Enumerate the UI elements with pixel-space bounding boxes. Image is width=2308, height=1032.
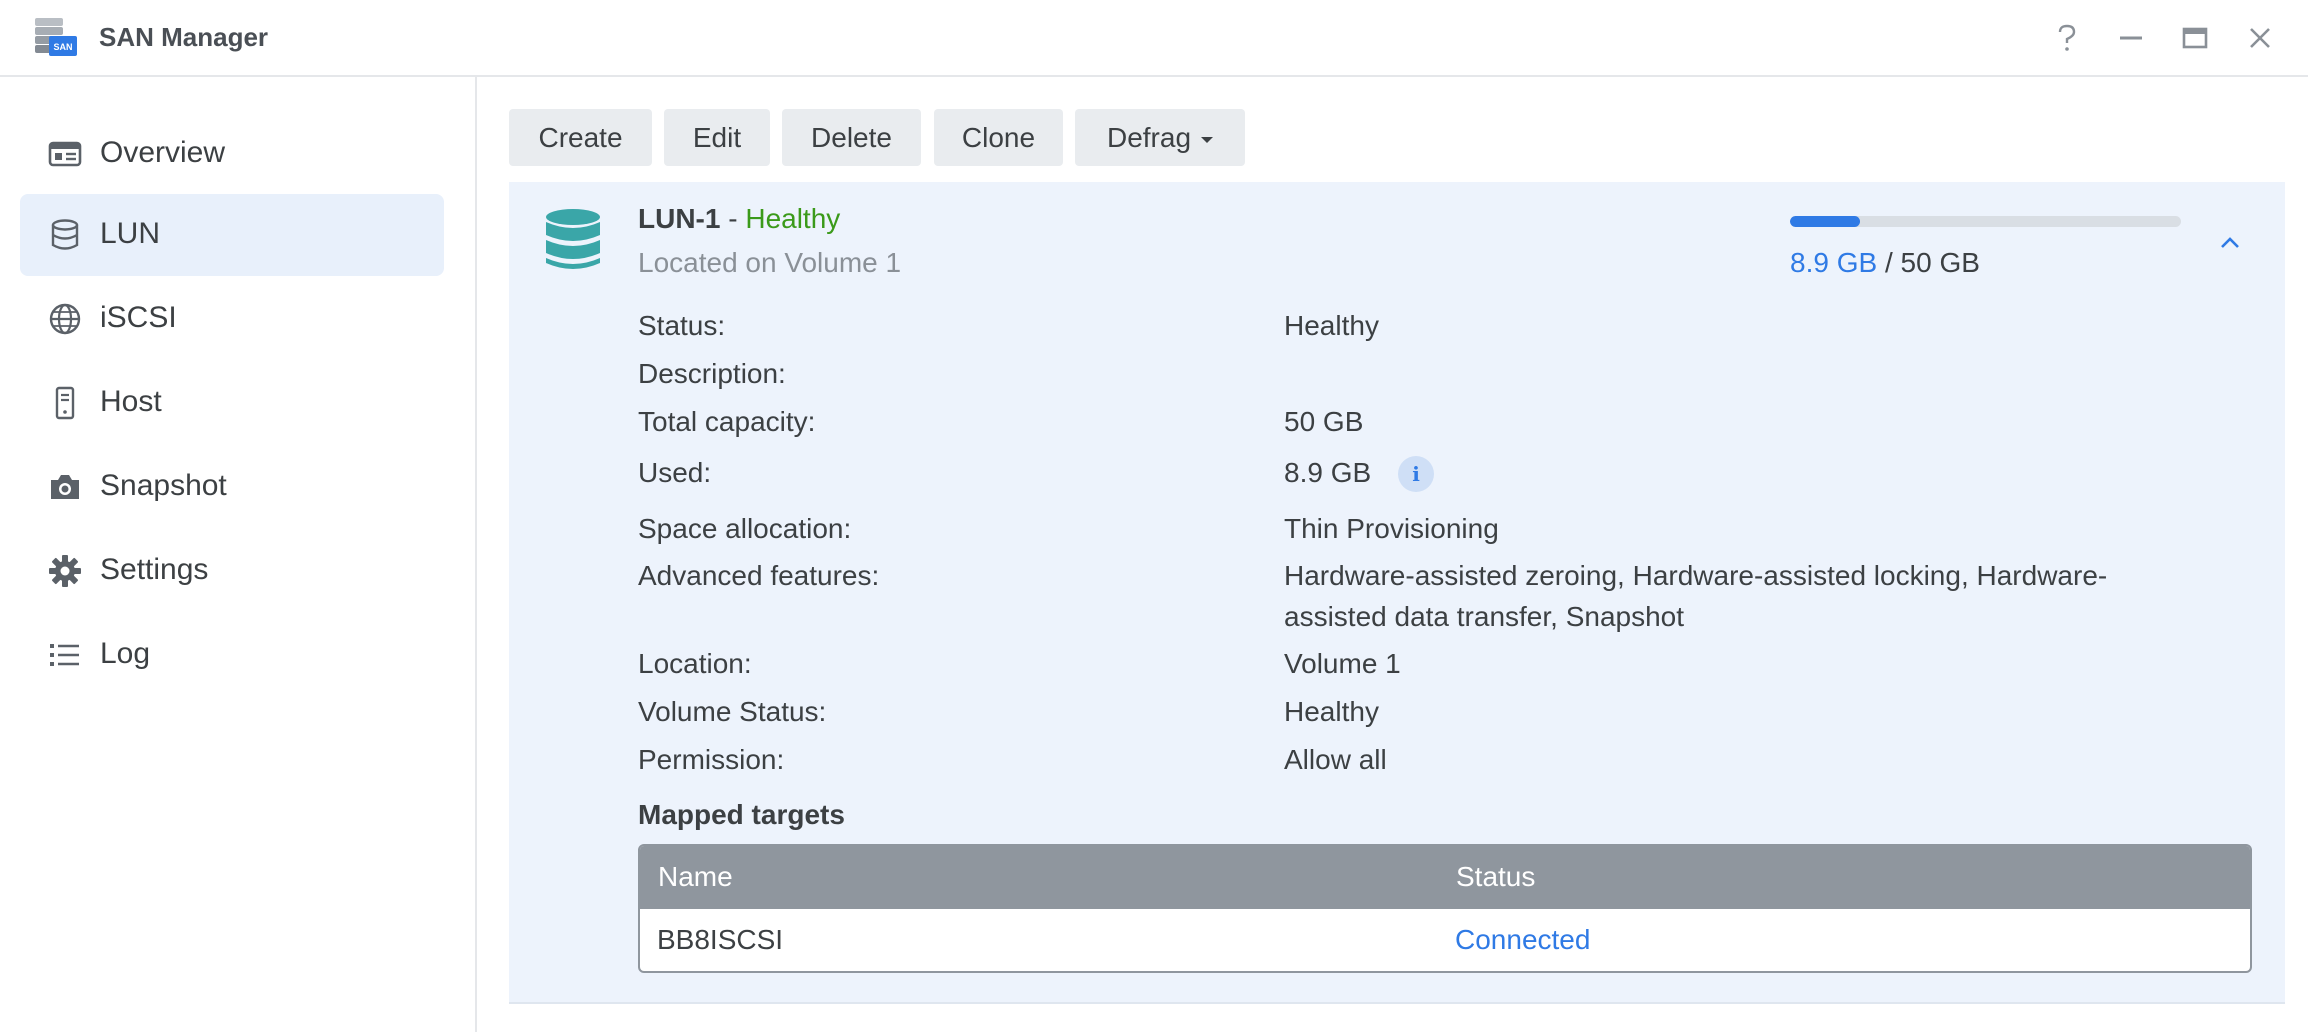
gear-icon xyxy=(49,555,81,587)
sidebar-item-label: Settings xyxy=(100,553,209,586)
camera-icon xyxy=(51,475,79,499)
sidebar-item-iscsi[interactable]: iSCSI xyxy=(20,278,444,360)
advanced-features-label: Advanced features: xyxy=(638,560,880,591)
lun-detail-panel: LUN-1 - Healthy Located on Volume 1 8.9 … xyxy=(509,182,2285,1004)
used-value: 8.9 GB xyxy=(1284,457,1372,488)
used-label: Used: xyxy=(638,457,712,488)
san-manager-icon: SAN xyxy=(35,18,77,56)
title-separator: - xyxy=(728,203,738,234)
permission-label: Permission: xyxy=(638,744,785,775)
usage-used: 8.9 GB xyxy=(1790,247,1878,278)
total-capacity-label: Total capacity: xyxy=(638,406,816,437)
column-header-name[interactable]: Name xyxy=(658,861,733,893)
usage-total: 50 GB xyxy=(1900,247,1980,278)
sidebar-item-overview[interactable]: Overview xyxy=(20,113,444,195)
sidebar-item-label: Host xyxy=(100,385,162,418)
target-name: BB8ISCSI xyxy=(657,924,784,955)
maximize-icon[interactable] xyxy=(2175,18,2215,58)
lun-name: LUN-1 xyxy=(638,203,721,234)
usage-progress-bar xyxy=(1790,216,2181,227)
sidebar-item-snapshot[interactable]: Snapshot xyxy=(20,446,444,528)
usage-progress-fill xyxy=(1790,216,1860,227)
info-icon[interactable]: i xyxy=(1398,456,1434,492)
database-icon xyxy=(546,209,600,269)
chevron-down-icon xyxy=(1201,136,1214,143)
sidebar: Overview LUN iSCSI Host Snapshot Setting… xyxy=(0,77,477,1032)
help-icon[interactable] xyxy=(2047,18,2087,58)
delete-button[interactable]: Delete xyxy=(782,109,921,166)
column-header-status[interactable]: Status xyxy=(1456,861,1535,893)
mapped-targets-table: Name Status BB8ISCSI Connected xyxy=(638,844,2252,973)
status-value: Healthy xyxy=(1284,310,1379,341)
sidebar-item-host[interactable]: Host xyxy=(20,362,444,444)
usage-text: 8.9 GB / 50 GB xyxy=(1790,247,1980,279)
title-bar: SAN SAN Manager xyxy=(0,0,2308,77)
chevron-up-icon[interactable] xyxy=(2215,228,2245,258)
mapped-targets-title: Mapped targets xyxy=(638,799,845,830)
sidebar-item-log[interactable]: Log xyxy=(20,614,444,696)
space-allocation-label: Space allocation: xyxy=(638,513,852,544)
edit-button[interactable]: Edit xyxy=(664,109,770,166)
volume-status-label: Volume Status: xyxy=(638,696,827,727)
status-label: Status: xyxy=(638,310,726,341)
close-icon[interactable] xyxy=(2240,18,2280,58)
database-icon xyxy=(51,219,79,250)
space-allocation-value: Thin Provisioning xyxy=(1284,513,1499,544)
app-title: SAN Manager xyxy=(99,22,269,52)
location-value: Volume 1 xyxy=(1284,648,1401,679)
server-icon xyxy=(55,386,75,420)
sidebar-item-label: Overview xyxy=(100,136,226,169)
defrag-dropdown-button[interactable]: Defrag xyxy=(1075,109,1245,166)
advanced-features-value: Hardware-assisted zeroing, Hardware-assi… xyxy=(1284,560,2108,632)
sidebar-item-label: LUN xyxy=(100,217,161,250)
table-header: Name Status xyxy=(640,846,2250,909)
sidebar-item-label: iSCSI xyxy=(100,301,177,334)
volume-status-value: Healthy xyxy=(1284,696,1379,727)
permission-value: Allow all xyxy=(1284,744,1387,775)
sidebar-item-settings[interactable]: Settings xyxy=(20,530,444,612)
clone-button[interactable]: Clone xyxy=(934,109,1063,166)
globe-icon xyxy=(49,303,81,335)
lun-title: LUN-1 - Healthy xyxy=(638,203,840,235)
sidebar-item-label: Log xyxy=(100,637,151,670)
lun-health: Healthy xyxy=(745,203,841,234)
total-capacity-value: 50 GB xyxy=(1284,406,1364,437)
list-icon xyxy=(50,644,79,666)
svg-text:SAN: SAN xyxy=(53,42,72,52)
sidebar-item-lun[interactable]: LUN xyxy=(20,194,444,276)
sidebar-item-label: Snapshot xyxy=(100,469,227,502)
minimize-icon[interactable] xyxy=(2111,18,2151,58)
usage-separator: / xyxy=(1884,247,1893,278)
create-button[interactable]: Create xyxy=(509,109,652,166)
defrag-label: Defrag xyxy=(1106,121,1192,153)
overview-icon xyxy=(48,141,82,167)
description-label: Description: xyxy=(638,358,786,389)
target-status: Connected xyxy=(1455,924,1591,955)
location-label: Location: xyxy=(638,648,752,679)
lun-location: Located on Volume 1 xyxy=(638,247,902,278)
